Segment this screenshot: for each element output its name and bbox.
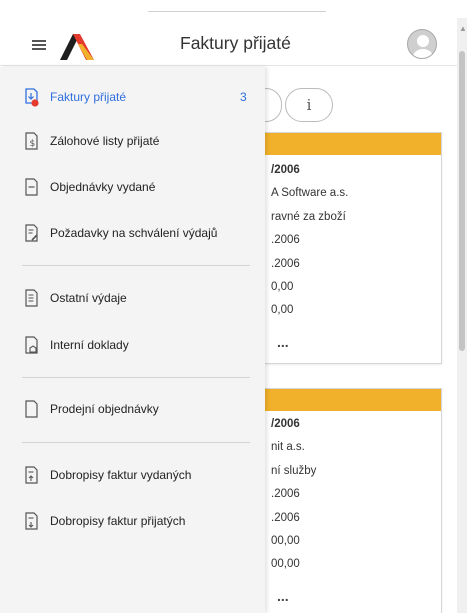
svg-text:$: $ — [30, 139, 36, 149]
sales-order-icon — [25, 400, 38, 418]
more-icon[interactable]: ... — [259, 587, 441, 613]
info-button[interactable]: i — [285, 88, 333, 122]
drawer-item-faktury-prijate[interactable]: Faktury přijaté 3 — [0, 82, 265, 112]
card-header — [259, 389, 441, 411]
card-date-due: .2006 — [271, 257, 300, 270]
drawer-item-label: Faktury přijaté — [50, 90, 127, 104]
drawer-divider — [22, 377, 250, 378]
card-partner: A Software a.s. — [271, 187, 349, 200]
card-amount: 0,00 — [271, 280, 294, 293]
drawer-item-dobropisy-vydanych[interactable]: Dobropisy faktur vydaných — [0, 460, 265, 490]
drawer-item-label: Dobropisy faktur přijatých — [50, 514, 186, 528]
approval-icon — [25, 224, 38, 242]
drawer-item-label: Interní doklady — [50, 338, 129, 352]
drawer-item-label: Prodejní objednávky — [50, 402, 159, 416]
card-date-issued: .2006 — [271, 488, 300, 501]
scrollbar[interactable]: ▲ — [457, 18, 467, 613]
drawer-item-pozadavky-schvaleni[interactable]: Požadavky na schválení výdajů — [0, 218, 265, 248]
expense-icon — [25, 289, 38, 307]
internal-doc-icon — [25, 336, 38, 354]
card-amount: 00,00 — [271, 534, 300, 547]
brand-logo — [60, 34, 94, 60]
avatar[interactable] — [407, 29, 437, 59]
scrollbar-thumb[interactable] — [459, 51, 465, 351]
order-icon — [25, 178, 38, 196]
page-title: Faktury přijaté — [180, 33, 291, 53]
card-number: /2006 — [271, 418, 300, 430]
credit-note-in-icon — [25, 512, 38, 530]
drawer-item-objednavky-vydane[interactable]: Objednávky vydané — [0, 172, 265, 202]
scroll-up-icon[interactable]: ▲ — [459, 24, 467, 33]
card-date-issued: .2006 — [271, 234, 300, 247]
drawer-item-label: Ostatní výdaje — [50, 291, 127, 305]
item-count-badge: 3 — [240, 90, 247, 104]
drawer-divider — [22, 265, 250, 266]
invoice-card[interactable]: /2006 A Software a.s. ravné za zboží .20… — [258, 132, 442, 364]
card-description: ní služby — [271, 464, 317, 477]
card-date-due: .2006 — [271, 511, 300, 524]
credit-note-out-icon — [25, 466, 38, 484]
card-amount-remaining: 0,00 — [271, 304, 294, 317]
card-amount-remaining: 00,00 — [271, 558, 300, 571]
app-header: Faktury přijaté — [0, 18, 457, 66]
top-bar-edge — [148, 0, 326, 12]
drawer-item-zalohove-listy[interactable]: $ Zálohové listy přijaté — [0, 126, 265, 156]
more-icon[interactable]: ... — [259, 333, 441, 363]
menu-icon[interactable] — [32, 40, 46, 50]
card-header — [259, 133, 441, 155]
drawer-item-label: Objednávky vydané — [50, 180, 156, 194]
invoice-card[interactable]: /2006 nit a.s. ní služby .2006 .2006 00,… — [258, 388, 442, 613]
drawer-divider — [22, 442, 250, 443]
drawer-item-label: Zálohové listy přijaté — [50, 134, 160, 148]
card-description: ravné za zboží — [271, 210, 346, 223]
user-icon — [413, 35, 433, 58]
drawer-item-prodejni-objednavky[interactable]: Prodejní objednávky — [0, 394, 265, 424]
browser-top-strip — [0, 0, 467, 18]
navigation-drawer: Faktury přijaté 3 $ Zálohové listy přija… — [0, 67, 265, 613]
drawer-item-label: Dobropisy faktur vydaných — [50, 468, 192, 482]
drawer-item-label: Požadavky na schválení výdajů — [50, 226, 218, 240]
card-partner: nit a.s. — [271, 441, 305, 454]
invoice-in-icon — [25, 88, 39, 107]
deposit-icon: $ — [25, 132, 38, 150]
drawer-item-dobropisy-prijatych[interactable]: Dobropisy faktur přijatých — [0, 506, 265, 536]
drawer-item-interni-doklady[interactable]: Interní doklady — [0, 330, 265, 360]
drawer-item-ostatni-vydaje[interactable]: Ostatní výdaje — [0, 283, 265, 313]
card-number: /2006 — [271, 164, 300, 176]
